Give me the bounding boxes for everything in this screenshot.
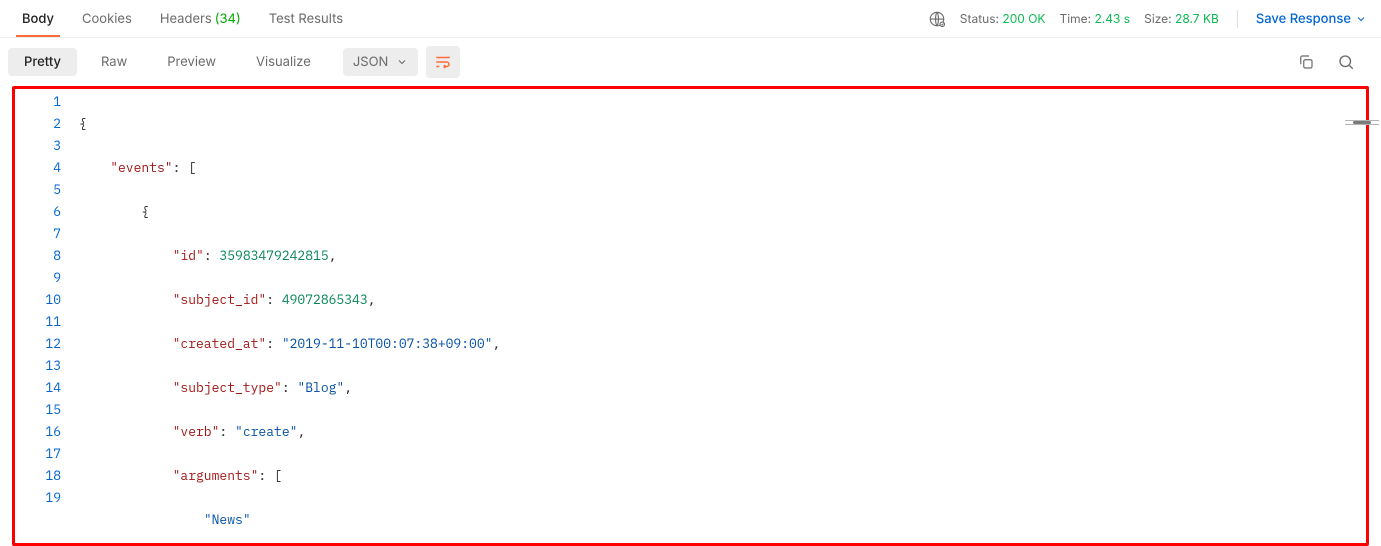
tab-body[interactable]: Body xyxy=(8,0,68,37)
status-area: Status: 200 OK Time: 2.43 s Size: 28.7 K… xyxy=(928,10,1373,28)
line-number: 15 xyxy=(15,399,61,421)
copy-icon xyxy=(1297,53,1315,71)
code-line: "events": [ xyxy=(79,157,1366,179)
language-select[interactable]: JSON xyxy=(343,48,419,76)
size-label: Size: xyxy=(1144,11,1172,26)
code-line: "subject_id": 49072865343, xyxy=(79,289,1366,311)
time-label: Time: xyxy=(1059,11,1091,26)
line-number: 19 xyxy=(15,487,61,509)
view-preview-label: Preview xyxy=(167,54,216,70)
status-size: Size: 28.7 KB xyxy=(1144,11,1219,26)
code-line: "News" xyxy=(79,509,1366,531)
view-visualize-label: Visualize xyxy=(256,54,311,70)
line-number: 3 xyxy=(15,135,61,157)
code-line: { xyxy=(79,201,1366,223)
code-line: "arguments": [ xyxy=(79,465,1366,487)
code-line: "id": 35983479242815, xyxy=(79,245,1366,267)
tab-test-results-label: Test Results xyxy=(269,11,343,27)
response-topbar: Body Cookies Headers(34) Test Results St… xyxy=(0,0,1381,38)
chevron-down-icon xyxy=(396,56,408,68)
language-select-label: JSON xyxy=(353,54,389,70)
view-pretty-label: Pretty xyxy=(24,54,61,70)
save-response-button[interactable]: Save Response xyxy=(1256,11,1373,27)
network-globe-icon[interactable] xyxy=(928,10,946,28)
line-number: 13 xyxy=(15,355,61,377)
line-number: 11 xyxy=(15,311,61,333)
status-value: 200 OK xyxy=(1002,11,1045,26)
view-preview-button[interactable]: Preview xyxy=(151,48,232,76)
line-number: 1 xyxy=(15,91,61,113)
line-number: 14 xyxy=(15,377,61,399)
tab-headers[interactable]: Headers(34) xyxy=(146,0,255,37)
line-number: 2 xyxy=(15,113,61,135)
view-raw-label: Raw xyxy=(101,54,127,70)
code-line: "subject_type": "Blog", xyxy=(79,377,1366,399)
size-value: 28.7 KB xyxy=(1175,11,1219,26)
line-number: 4 xyxy=(15,157,61,179)
view-raw-button[interactable]: Raw xyxy=(85,48,143,76)
line-number: 7 xyxy=(15,223,61,245)
chevron-down-icon xyxy=(1355,13,1367,25)
status-code: Status: 200 OK xyxy=(960,11,1046,26)
save-response-label: Save Response xyxy=(1256,11,1351,27)
search-button[interactable] xyxy=(1337,53,1355,71)
code-line: { xyxy=(79,113,1366,135)
line-number: 16 xyxy=(15,421,61,443)
code-line: "created_at": "2019-11-10T00:07:38+09:00… xyxy=(79,333,1366,355)
view-pretty-button[interactable]: Pretty xyxy=(8,48,77,76)
code-area[interactable]: { "events": [ { "id": 35983479242815, "s… xyxy=(71,89,1366,543)
line-number: 9 xyxy=(15,267,61,289)
tab-cookies-label: Cookies xyxy=(82,11,132,27)
tab-headers-count: (34) xyxy=(215,11,241,27)
response-body-editor: 1 2 3 4 5 6 7 8 9 10 11 12 13 14 15 16 1… xyxy=(12,86,1369,546)
right-tools xyxy=(1297,53,1373,71)
line-number: 8 xyxy=(15,245,61,267)
line-number: 17 xyxy=(15,443,61,465)
line-number: 10 xyxy=(15,289,61,311)
time-value: 2.43 s xyxy=(1094,11,1130,26)
tab-headers-label: Headers xyxy=(160,11,212,27)
body-toolbar: Pretty Raw Preview Visualize JSON xyxy=(0,38,1381,86)
status-time: Time: 2.43 s xyxy=(1059,11,1130,26)
line-number: 5 xyxy=(15,179,61,201)
line-number: 6 xyxy=(15,201,61,223)
search-icon xyxy=(1337,53,1355,71)
response-tabs: Body Cookies Headers(34) Test Results xyxy=(8,0,357,37)
divider xyxy=(1237,10,1238,28)
view-visualize-button[interactable]: Visualize xyxy=(240,48,327,76)
line-gutter: 1 2 3 4 5 6 7 8 9 10 11 12 13 14 15 16 1… xyxy=(15,89,71,543)
wrap-lines-button[interactable] xyxy=(426,46,460,78)
wrap-icon xyxy=(434,53,452,71)
code-line: "verb": "create", xyxy=(79,421,1366,443)
line-number: 12 xyxy=(15,333,61,355)
tab-body-label: Body xyxy=(22,11,54,27)
line-number: 18 xyxy=(15,465,61,487)
copy-button[interactable] xyxy=(1297,53,1315,71)
tab-cookies[interactable]: Cookies xyxy=(68,0,146,37)
tab-test-results[interactable]: Test Results xyxy=(255,0,357,37)
status-label: Status: xyxy=(960,11,999,26)
